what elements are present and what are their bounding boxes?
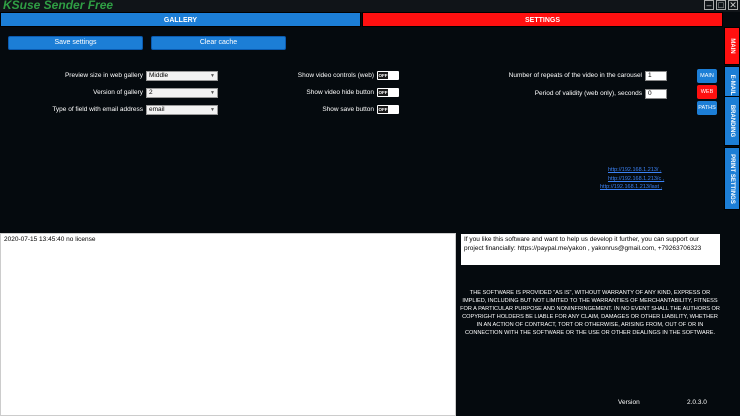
preview-size-label: Preview size in web gallery — [64, 72, 143, 79]
email-field-value: email — [149, 106, 165, 113]
version-value: 2.0.3.0 — [687, 399, 707, 406]
gallery-link[interactable]: http://192.168.1.213/last , — [600, 184, 662, 190]
web-button[interactable]: WEB — [697, 85, 717, 99]
preview-size-value: Middle — [149, 72, 169, 79]
clear-cache-button[interactable]: Clear cache — [151, 36, 286, 50]
version-label: Version of gallery — [93, 89, 143, 96]
vtab-branding-label: BRANDING — [729, 104, 735, 138]
toggle-off-label: OFF — [378, 72, 388, 79]
minimize-icon[interactable]: – — [704, 0, 714, 10]
save-settings-button[interactable]: Save settings — [8, 36, 143, 50]
carousel-repeats-input[interactable]: 1 — [645, 71, 667, 81]
video-hide-button-label: Show video hide button — [306, 89, 374, 96]
version-label: Version — [618, 399, 640, 406]
tab-gallery[interactable]: GALLERY — [0, 12, 361, 27]
save-button-label: Show save button — [322, 106, 374, 113]
app-title: KSuse Sender Free — [3, 0, 114, 12]
vtab-main-label: MAIN — [729, 38, 735, 54]
email-field-select[interactable]: email ▼ — [146, 105, 218, 115]
log-panel[interactable]: 2020-07-15 13:45:40 no license — [0, 233, 456, 416]
chevron-down-icon: ▼ — [210, 73, 215, 79]
gallery-link[interactable]: http://192.168.1.213/c , — [608, 176, 664, 182]
support-info: If you like this software and want to he… — [461, 234, 720, 265]
preview-size-select[interactable]: Middle ▼ — [146, 71, 218, 81]
main-button[interactable]: MAIN — [697, 69, 717, 83]
video-hide-button-toggle[interactable]: OFF — [377, 88, 399, 97]
log-entry: 2020-07-15 13:45:40 no license — [4, 236, 96, 243]
chevron-down-icon: ▼ — [210, 107, 215, 113]
vtab-email-label: E-MAIL — [729, 74, 735, 96]
tab-settings[interactable]: SETTINGS — [362, 12, 723, 27]
version-value: 2 — [149, 89, 153, 96]
email-field-label: Type of field with email address — [52, 106, 143, 113]
close-icon[interactable]: ✕ — [728, 0, 738, 10]
show-video-controls-label: Show video controls (web) — [297, 72, 374, 79]
validity-period-input[interactable]: 0 — [645, 89, 667, 99]
version-select[interactable]: 2 ▼ — [146, 88, 218, 98]
show-video-controls-toggle[interactable]: OFF — [377, 71, 399, 80]
toggle-off-label: OFF — [378, 106, 388, 113]
vtab-print-settings-label: PRINT SETTINGS — [729, 153, 735, 204]
validity-period-label: Period of validity (web only), seconds — [534, 90, 642, 97]
carousel-repeats-label: Number of repeats of the video in the ca… — [508, 72, 642, 79]
maximize-icon[interactable]: □ — [716, 0, 726, 10]
vtab-print-settings[interactable]: PRINT SETTINGS — [724, 147, 740, 210]
chevron-down-icon: ▼ — [210, 90, 215, 96]
toggle-off-label: OFF — [378, 89, 388, 96]
vtab-branding[interactable]: BRANDING — [724, 96, 740, 146]
license-text: THE SOFTWARE IS PROVIDED "AS IS", WITHOU… — [460, 290, 720, 336]
vtab-main[interactable]: MAIN — [724, 27, 740, 65]
gallery-link[interactable]: http://192.168.1.213/ , — [608, 167, 662, 173]
paths-button[interactable]: PATHS — [697, 101, 717, 115]
save-button-toggle[interactable]: OFF — [377, 105, 399, 114]
